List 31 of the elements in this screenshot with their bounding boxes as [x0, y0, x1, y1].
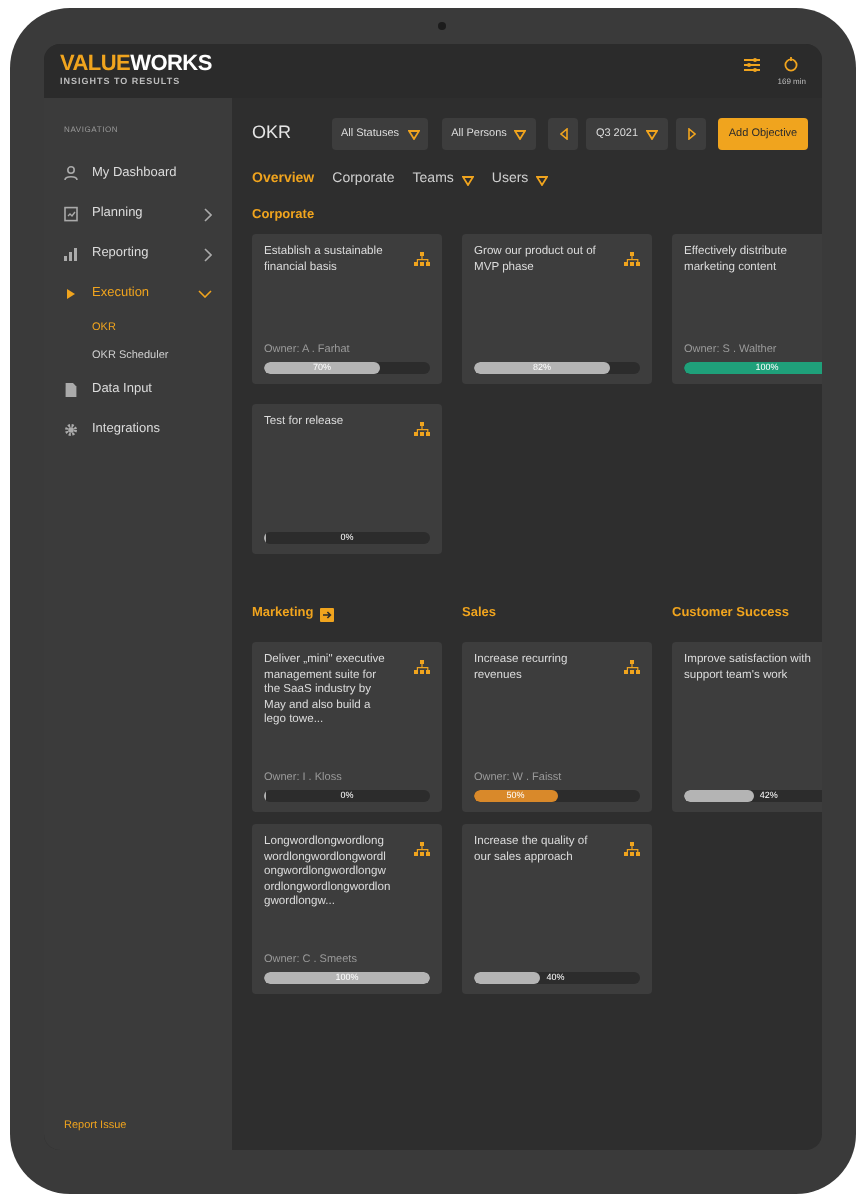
bar-chart-icon [64, 246, 78, 262]
page-title: OKR [252, 120, 294, 147]
timer-button[interactable] [784, 55, 799, 71]
sliders-icon [743, 57, 760, 71]
caret-icon [514, 129, 527, 139]
clipboard-icon [64, 206, 78, 222]
chevron-right-icon [204, 247, 212, 261]
gear-icon [64, 422, 78, 438]
caret-icon [461, 175, 474, 186]
hierarchy-icon [414, 422, 430, 437]
triangle-icon [64, 286, 78, 302]
caret-icon [646, 129, 659, 139]
hierarchy-icon [414, 660, 430, 675]
hierarchy-icon [414, 842, 430, 857]
caret-icon [536, 175, 549, 186]
person-icon [64, 166, 78, 182]
stopwatch-icon [784, 55, 799, 71]
document-icon [64, 382, 78, 398]
filter-settings-button[interactable] [743, 57, 760, 71]
hierarchy-icon [624, 252, 640, 267]
chevron-right-icon [204, 207, 212, 221]
previous-button[interactable] [548, 118, 578, 150]
caret-right-icon [687, 128, 695, 140]
hierarchy-icon [624, 842, 640, 857]
caret-left-icon [559, 128, 567, 140]
logo-wordmark: VALUEWORKS [60, 54, 212, 77]
caret-icon [407, 129, 420, 139]
hierarchy-icon [414, 252, 430, 267]
next-button[interactable] [676, 118, 706, 150]
chevron-down-icon [198, 290, 212, 298]
hierarchy-icon [624, 660, 640, 675]
